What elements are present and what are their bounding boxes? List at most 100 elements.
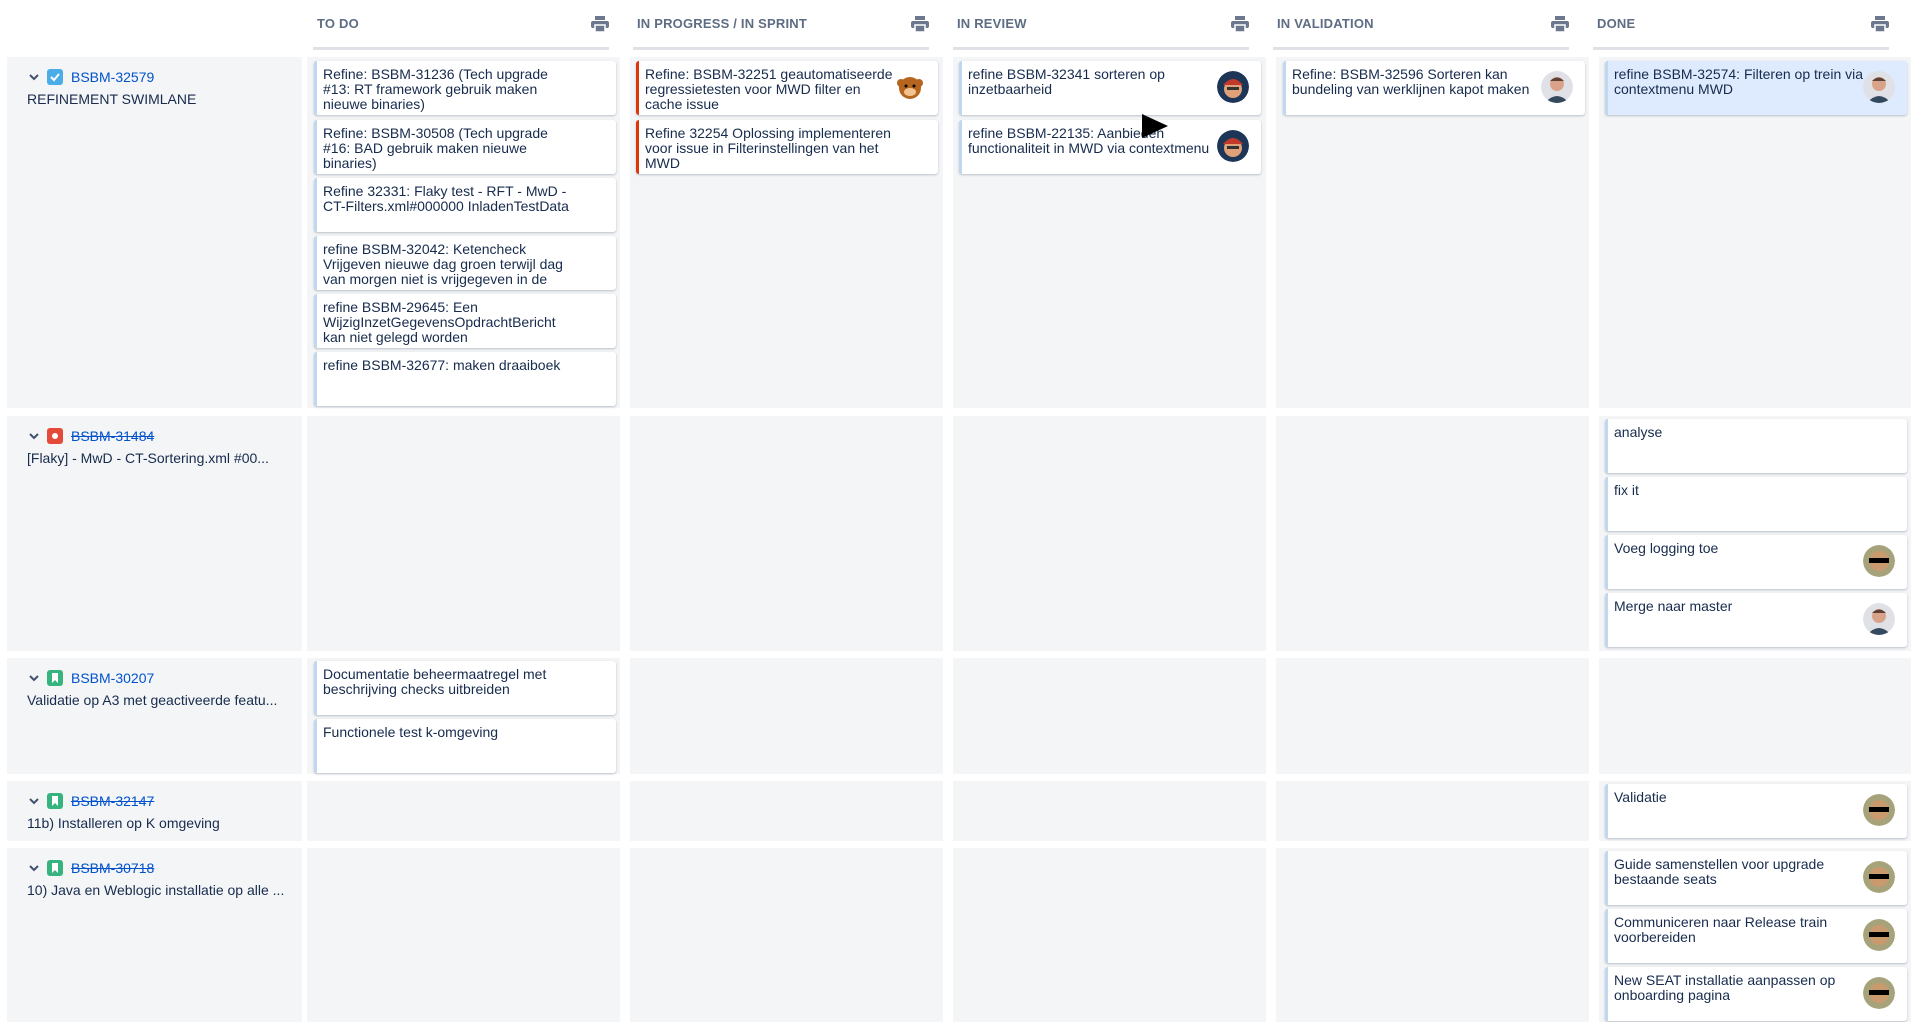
lane-cell — [1599, 658, 1911, 774]
card-summary: Refine 32331: Flaky test - RFT - MwD - C… — [323, 184, 569, 214]
card-summary: Merge naar master — [1614, 599, 1733, 614]
swimlane-header[interactable]: BSBM-32579 REFINEMENT SWIMLANE — [7, 57, 302, 408]
card-summary: New SEAT installatie aanpassen op onboar… — [1614, 973, 1836, 1003]
card-summary: Communiceren naar Release train voorbere… — [1614, 915, 1828, 945]
chevron-down-icon[interactable] — [27, 70, 41, 84]
lane-cell — [630, 848, 943, 1022]
swimlane-header[interactable]: BSBM-30207 Validatie op A3 met geactivee… — [7, 658, 302, 774]
swimlane-summary: [Flaky] - MwD - CT-Sortering.xml #00... — [27, 450, 269, 466]
issue-card-flagged[interactable]: Refine: BSBM-32251 geautomatiseerde regr… — [636, 61, 938, 115]
swimlane-header[interactable]: BSBM-31484 [Flaky] - MwD - CT-Sortering.… — [7, 416, 302, 651]
lane-cell — [953, 848, 1266, 1022]
subtask-card[interactable]: Merge naar master — [1605, 593, 1907, 647]
card-summary: Refine: BSBM-32596 Sorteren kan bundelin… — [1292, 67, 1530, 97]
bookmark-icon — [47, 670, 63, 686]
subtask-card[interactable]: New SEAT installatie aanpassen op onboar… — [1605, 967, 1907, 1021]
issue-card[interactable]: Refine: BSBM-32596 Sorteren kan bundelin… — [1283, 61, 1585, 115]
subtask-card[interactable]: Guide samenstellen voor upgrade bestaand… — [1605, 851, 1907, 905]
issue-card[interactable]: refine BSBM-32341 sorteren op inzetbaarh… — [959, 61, 1261, 115]
swimlane-header[interactable]: BSBM-30718 10) Java en Weblogic installa… — [7, 848, 302, 1022]
card-summary: analyse — [1614, 425, 1663, 440]
card-summary: fix it — [1614, 483, 1639, 498]
swimlane-header[interactable]: BSBM-32147 11b) Installeren op K omgevin… — [7, 781, 302, 841]
subtask-card[interactable]: Communiceren naar Release train voorbere… — [1605, 909, 1907, 963]
card-summary: Refine: BSBM-31236 (Tech upgrade #13: RT… — [323, 67, 548, 112]
avatar — [1863, 794, 1895, 826]
issue-key-link[interactable]: BSBM-30718 — [71, 860, 154, 876]
card-summary: refine BSBM-32042: Ketencheck Vrijgeven … — [323, 242, 563, 287]
printer-icon[interactable] — [1871, 15, 1889, 32]
avatar — [1863, 545, 1895, 577]
mouse-pointer-icon — [1140, 112, 1170, 142]
column-title: TO DO — [317, 16, 359, 31]
issue-key-link[interactable]: BSBM-32579 — [71, 69, 154, 85]
avatar — [894, 71, 926, 103]
checkbox-icon — [47, 69, 63, 85]
swimlane-summary: REFINEMENT SWIMLANE — [27, 91, 197, 107]
column-title: IN REVIEW — [957, 16, 1027, 31]
column-header-in-progress: IN PROGRESS / IN SPRINT — [633, 0, 929, 50]
issue-card[interactable]: Refine: BSBM-30508 (Tech upgrade #16: BA… — [314, 120, 616, 174]
lane-cell — [630, 416, 943, 651]
card-summary: Voeg logging toe — [1614, 541, 1719, 556]
printer-icon[interactable] — [1231, 15, 1249, 32]
card-summary: Refine 32254 Oplossing implementeren voo… — [645, 126, 891, 171]
issue-card-selected[interactable]: refine BSBM-32574: Filteren op trein via… — [1605, 61, 1907, 115]
issue-card[interactable]: refine BSBM-29645: Een WijzigInzetGegeve… — [314, 294, 616, 348]
card-summary: Guide samenstellen voor upgrade bestaand… — [1614, 857, 1825, 887]
subtask-card[interactable]: Validatie — [1605, 784, 1907, 838]
avatar — [1863, 71, 1895, 103]
chevron-down-icon[interactable] — [27, 429, 41, 443]
column-header-in-validation: IN VALIDATION — [1273, 0, 1569, 50]
printer-icon[interactable] — [911, 15, 929, 32]
card-summary: refine BSBM-22135: Aanbieden functionali… — [968, 126, 1210, 156]
column-title: IN PROGRESS / IN SPRINT — [637, 16, 808, 31]
lane-cell — [1276, 416, 1589, 651]
column-title: DONE — [1597, 16, 1636, 31]
lane-cell — [1276, 781, 1589, 841]
issue-card[interactable]: refine BSBM-22135: Aanbieden functionali… — [959, 120, 1261, 174]
issue-key-link[interactable]: BSBM-31484 — [71, 428, 154, 444]
lane-cell — [953, 416, 1266, 651]
subtask-card[interactable]: Voeg logging toe — [1605, 535, 1907, 589]
bookmark-icon — [47, 860, 63, 876]
issue-card[interactable]: refine BSBM-32677: maken draaiboek — [314, 352, 616, 406]
column-title: IN VALIDATION — [1277, 16, 1374, 31]
card-summary: Refine: BSBM-30508 (Tech upgrade #16: BA… — [323, 126, 548, 171]
card-summary: Validatie — [1614, 790, 1667, 805]
chevron-down-icon[interactable] — [27, 861, 41, 875]
card-summary: Functionele test k-omgeving — [323, 725, 499, 740]
avatar — [1863, 603, 1895, 635]
lane-cell — [630, 781, 943, 841]
card-summary: refine BSBM-32574: Filteren op trein via… — [1614, 67, 1864, 97]
subtask-card[interactable]: Documentatie beheermaatregel met beschri… — [314, 661, 616, 715]
avatar — [1217, 130, 1249, 162]
chevron-down-icon[interactable] — [27, 794, 41, 808]
lane-cell — [1276, 658, 1589, 774]
issue-card[interactable]: Refine 32331: Flaky test - RFT - MwD - C… — [314, 178, 616, 232]
swimlane-summary: Validatie op A3 met geactiveerde featu..… — [27, 692, 278, 708]
issue-key-link[interactable]: BSBM-30207 — [71, 670, 154, 686]
avatar — [1217, 71, 1249, 103]
printer-icon[interactable] — [1551, 15, 1569, 32]
printer-icon[interactable] — [591, 15, 609, 32]
avatar — [1863, 919, 1895, 951]
swimlane-summary: 10) Java en Weblogic installatie op alle… — [27, 882, 285, 898]
card-summary: refine BSBM-29645: Een WijzigInzetGegeve… — [323, 300, 556, 345]
chevron-down-icon[interactable] — [27, 671, 41, 685]
issue-key-link[interactable]: BSBM-32147 — [71, 793, 154, 809]
column-header-todo: TO DO — [313, 0, 609, 50]
lane-cell — [953, 658, 1266, 774]
lane-cell — [307, 416, 620, 651]
swimlane-summary: 11b) Installeren op K omgeving — [27, 815, 220, 831]
subtask-card[interactable]: fix it — [1605, 477, 1907, 531]
subtask-card[interactable]: analyse — [1605, 419, 1907, 473]
lane-cell — [1276, 848, 1589, 1022]
issue-card[interactable]: refine BSBM-32042: Ketencheck Vrijgeven … — [314, 236, 616, 290]
avatar — [1863, 861, 1895, 893]
issue-card[interactable]: Refine: BSBM-31236 (Tech upgrade #13: RT… — [314, 61, 616, 115]
lane-cell — [307, 781, 620, 841]
subtask-card[interactable]: Functionele test k-omgeving — [314, 719, 616, 773]
lane-cell — [953, 781, 1266, 841]
issue-card-flagged[interactable]: Refine 32254 Oplossing implementeren voo… — [636, 120, 938, 174]
